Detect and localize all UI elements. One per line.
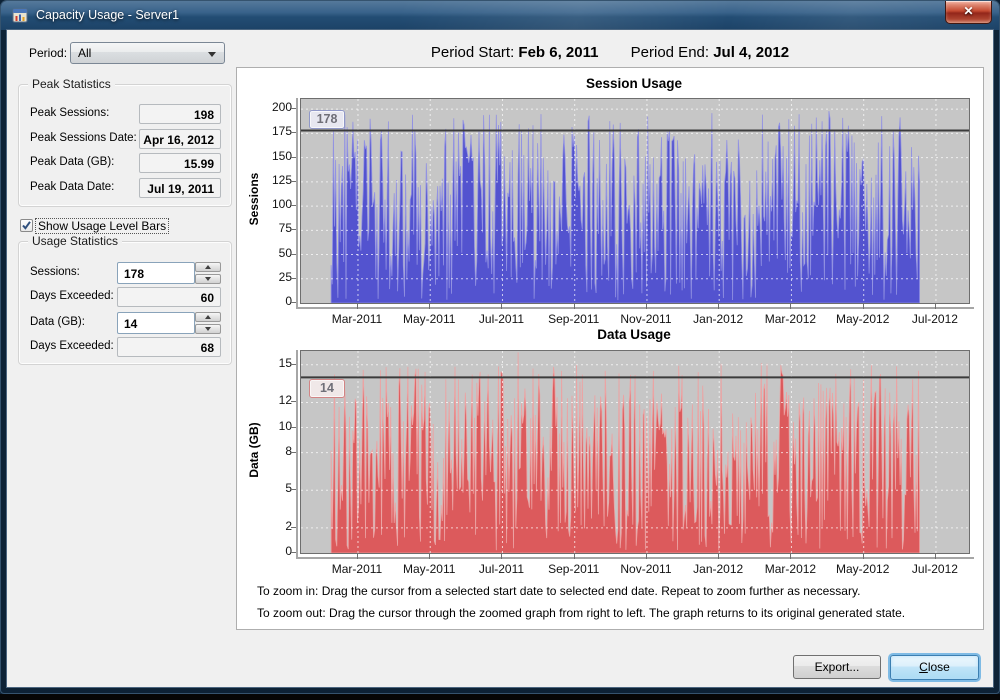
x-tick-mark (935, 554, 936, 559)
y-tick-label: 12 (250, 393, 292, 407)
sessions-input[interactable]: 178 (117, 262, 195, 284)
period-start-label: Period Start: (431, 44, 514, 61)
arrow-up-icon (205, 315, 211, 319)
x-tick-label: Nov-2011 (610, 562, 682, 576)
show-usage-level-bars-checkbox[interactable] (20, 219, 33, 232)
y-axis-line (296, 350, 298, 559)
close-button-mnemonic: C (919, 660, 928, 674)
x-tick-mark (718, 554, 719, 559)
period-range-header: Period Start: Feb 6, 2011 Period End: Ju… (236, 44, 984, 61)
spin-up-button[interactable] (195, 312, 221, 322)
chart-title: Data Usage (300, 327, 968, 342)
peak-statistics-group: Peak Statistics Peak Sessions: 198 Peak … (18, 84, 232, 207)
data-days-exceeded-value: 68 (117, 337, 221, 357)
x-tick-label: Jul-2011 (465, 562, 537, 576)
title-bar[interactable]: Capacity Usage - Server1 (1, 1, 999, 30)
period-label: Period: (29, 46, 67, 60)
y-tick-mark (291, 364, 296, 365)
x-tick-mark (574, 554, 575, 559)
arrow-up-icon (205, 265, 211, 269)
y-tick-mark (291, 401, 296, 402)
period-end-label: Period End: (631, 44, 709, 61)
y-tick-label: 5 (250, 481, 292, 495)
y-tick-label: 2 (250, 519, 292, 533)
peak-statistics-title: Peak Statistics (28, 77, 115, 91)
taskbar-strip (0, 694, 1000, 700)
x-tick-mark (501, 554, 502, 559)
peak-data-date-label: Peak Data Date: (30, 181, 114, 193)
peak-data-date-value: Jul 19, 2011 (139, 178, 221, 198)
spin-down-button[interactable] (195, 324, 221, 334)
spin-down-button[interactable] (195, 274, 221, 284)
sessions-stepper[interactable] (195, 262, 221, 284)
y-tick-mark (291, 527, 296, 528)
export-button-label: Export... (815, 660, 860, 674)
peak-sessions-value: 198 (139, 104, 221, 124)
chart-plot[interactable] (300, 350, 970, 554)
x-tick-mark (790, 554, 791, 559)
peak-sessions-date-label: Peak Sessions Date: (30, 132, 137, 144)
x-tick-label: Mar-2011 (321, 562, 393, 576)
usage-statistics-group: Usage Statistics Sessions: 178 Days Exce… (18, 241, 232, 365)
period-start-value: Feb 6, 2011 (518, 44, 598, 61)
sessions-days-exceeded-value: 60 (117, 287, 221, 307)
peak-sessions-date-value: Apr 16, 2012 (139, 129, 221, 149)
y-tick-mark (291, 489, 296, 490)
x-axis-line (296, 557, 974, 559)
period-dropdown[interactable]: All (70, 42, 225, 64)
y-tick-mark (291, 427, 296, 428)
y-tick-mark (291, 452, 296, 453)
data-gb-stepper[interactable] (195, 312, 221, 334)
export-button[interactable]: Export... (793, 655, 881, 679)
x-tick-mark (863, 554, 864, 559)
y-tick-label: 15 (250, 356, 292, 370)
checkmark-icon (21, 220, 32, 231)
window-title: Capacity Usage - Server1 (36, 8, 179, 22)
x-tick-label: May-2012 (827, 562, 899, 576)
x-tick-mark (429, 554, 430, 559)
arrow-down-icon (205, 277, 211, 281)
zoom-out-instruction: To zoom out: Drag the cursor through the… (257, 606, 905, 620)
y-tick-mark (291, 552, 296, 553)
x-tick-label: Jan-2012 (682, 562, 754, 576)
data-gb-input[interactable]: 14 (117, 312, 195, 334)
period-end-value: Jul 4, 2012 (713, 44, 789, 61)
close-icon: ✕ (963, 4, 973, 18)
data-gb-label: Data (GB): (30, 316, 85, 328)
data-days-exceeded-label: Days Exceeded: (30, 340, 114, 352)
sessions-label: Sessions: (30, 266, 80, 278)
y-tick-label: 0 (250, 544, 292, 558)
x-tick-label: May-2011 (393, 562, 465, 576)
usage-statistics-title: Usage Statistics (28, 234, 122, 248)
close-button[interactable]: Close (890, 655, 979, 680)
x-tick-mark (357, 554, 358, 559)
peak-sessions-label: Peak Sessions: (30, 107, 109, 119)
peak-data-value: 15.99 (139, 153, 221, 173)
close-button-label: lose (928, 660, 950, 674)
spin-up-button[interactable] (195, 262, 221, 272)
arrow-down-icon (205, 327, 211, 331)
x-tick-label: Sep-2011 (538, 562, 610, 576)
data-usage-chart: Data UsageData (GB)0258101215Mar-2011May… (237, 68, 983, 629)
charts-panel: Session UsageSessions0255075100125150175… (236, 67, 984, 630)
y-tick-label: 8 (250, 444, 292, 458)
peak-data-label: Peak Data (GB): (30, 156, 114, 168)
close-window-button[interactable]: ✕ (945, 1, 992, 24)
x-tick-label: Jul-2012 (899, 562, 971, 576)
chevron-down-icon (208, 52, 216, 57)
show-usage-level-bars-label[interactable]: Show Usage Level Bars (36, 219, 168, 233)
sessions-days-exceeded-label: Days Exceeded: (30, 290, 114, 302)
usage-level-value-box: 14 (309, 379, 345, 398)
screen: Capacity Usage - Server1 ✕ Period: All P… (0, 0, 1000, 700)
y-tick-label: 10 (250, 419, 292, 433)
x-tick-label: Mar-2012 (754, 562, 826, 576)
app-icon (12, 7, 29, 24)
period-selected-value: All (78, 46, 91, 60)
zoom-in-instruction: To zoom in: Drag the cursor from a selec… (257, 584, 860, 598)
x-tick-mark (646, 554, 647, 559)
